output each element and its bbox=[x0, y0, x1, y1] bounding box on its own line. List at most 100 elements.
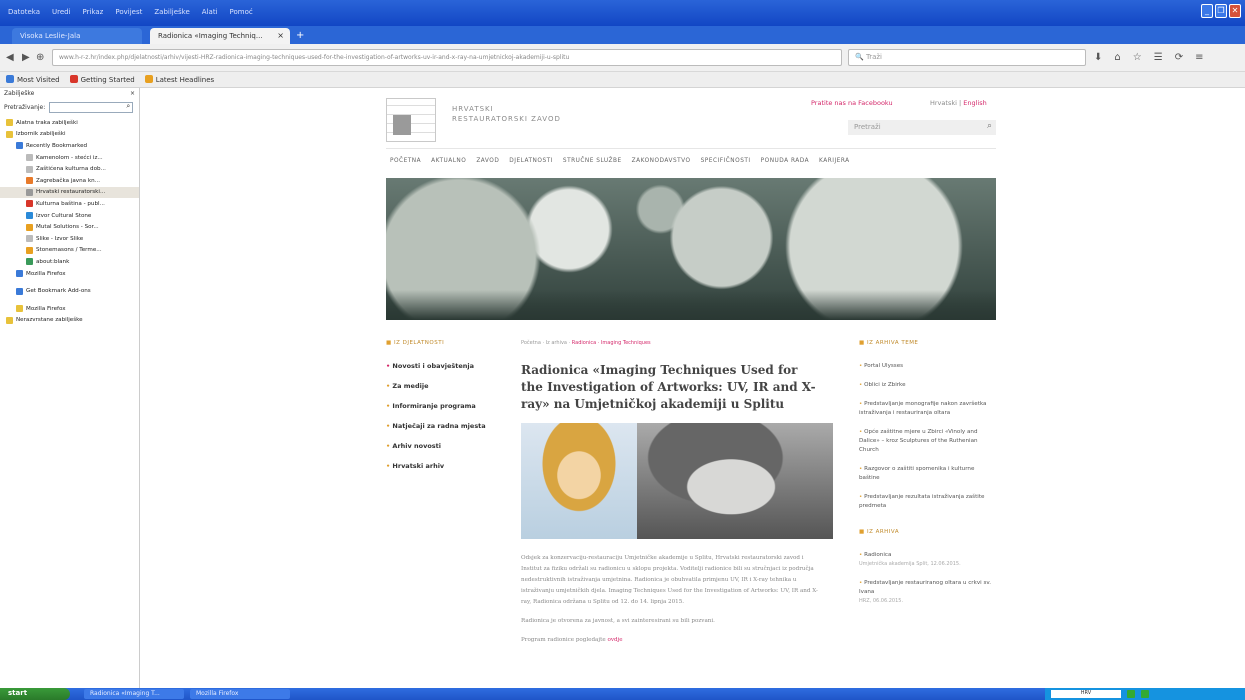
start-button[interactable]: start bbox=[0, 688, 70, 700]
bookmark-item[interactable]: Mozilla Firefox bbox=[0, 268, 139, 280]
tab-1[interactable]: Visoka Leslie-Jala bbox=[12, 28, 142, 44]
bookmark-item[interactable]: about:blank bbox=[0, 256, 139, 268]
minimize-icon[interactable]: _ bbox=[1201, 4, 1213, 18]
program-link[interactable]: ovdje bbox=[607, 637, 622, 643]
left-menu-item[interactable]: Natječaji za radna mjesta bbox=[386, 422, 506, 430]
topic-item[interactable]: Predstavljanje monografije nakon završet… bbox=[859, 400, 996, 418]
bookmark-item[interactable]: Alatna traka zabilješki bbox=[0, 117, 139, 129]
network-icon[interactable] bbox=[1127, 690, 1135, 698]
nav-strucne-sluzbe[interactable]: STRUČNE SLUŽBE bbox=[563, 158, 622, 164]
menu-item-prikaz[interactable]: Prikaz bbox=[83, 8, 104, 16]
sidebar-search-input[interactable]: ⌕ bbox=[49, 102, 134, 113]
menu-item-datoteka[interactable]: Datoteka bbox=[8, 8, 40, 16]
windows-taskbar: start Radionica «Imaging T... Mozilla Fi… bbox=[0, 688, 1245, 700]
topic-item[interactable]: Portal Ulysses bbox=[859, 362, 996, 371]
download-icon[interactable]: ⬇ bbox=[1094, 52, 1102, 63]
bookmark-latest-headlines[interactable]: Latest Headlines bbox=[144, 75, 214, 84]
bookmark-item[interactable]: Slike - Izvor Slike bbox=[0, 233, 139, 245]
bookmark-item[interactable]: Get Bookmark Add-ons bbox=[0, 285, 139, 297]
favicon-icon bbox=[26, 246, 33, 254]
nav-karijera[interactable]: KARIJERA bbox=[819, 158, 850, 164]
events-list: Radionica Umjetnička akademija Split, 12.… bbox=[859, 551, 996, 606]
nav-ponuda-rada[interactable]: PONUDA RADA bbox=[761, 158, 809, 164]
folder-icon bbox=[16, 142, 23, 150]
hrz-logo[interactable] bbox=[386, 98, 436, 142]
taskbar-button-1[interactable]: Radionica «Imaging T... bbox=[84, 689, 184, 699]
bookmark-label: Kulturna baština - publ... bbox=[36, 200, 105, 207]
window-titlebar: Datoteka Uredi Prikaz Povijest Zabilješk… bbox=[0, 0, 1245, 26]
search-icon: 🔍 bbox=[855, 53, 866, 61]
menu-item-alati[interactable]: Alati bbox=[202, 8, 218, 16]
lang-current[interactable]: Hrvatski bbox=[930, 99, 957, 107]
menu-icon[interactable]: ≡ bbox=[1195, 52, 1203, 63]
event-item[interactable]: Predstavljanje restauriranog oltara u cr… bbox=[859, 579, 996, 606]
close-tab-icon[interactable]: × bbox=[277, 31, 284, 40]
bookmark-item[interactable]: Hrvatski restauratorski... bbox=[0, 186, 139, 199]
lang-english[interactable]: English bbox=[963, 99, 986, 107]
menu-item-uredi[interactable]: Uredi bbox=[52, 8, 71, 16]
event-title: Radionica bbox=[864, 552, 892, 558]
favicon-icon bbox=[26, 165, 33, 173]
star-icon[interactable]: ☆ bbox=[1133, 52, 1142, 63]
language-indicator[interactable]: HRV bbox=[1051, 690, 1121, 698]
bookmark-item[interactable]: Zaštićena kulturna dob... bbox=[0, 163, 139, 175]
close-icon[interactable]: ✕ bbox=[1229, 4, 1241, 18]
bookmark-item[interactable]: Mutal Solutions - Sor... bbox=[0, 221, 139, 233]
bookmark-getting-started[interactable]: Getting Started bbox=[69, 75, 135, 84]
favicon-icon bbox=[26, 258, 33, 266]
bookmark-item[interactable]: Izbornik zabilješki bbox=[0, 129, 139, 141]
forward-icon[interactable]: ▶ bbox=[22, 52, 30, 63]
new-tab-icon[interactable]: + bbox=[296, 30, 304, 41]
folder-icon bbox=[16, 270, 23, 278]
topic-item[interactable]: Predstavljanje rezultata istraživanja za… bbox=[859, 493, 996, 511]
toolbar-icons: ⬇ ⌂ ☆ ☰ ⟳ ≡ bbox=[1094, 52, 1203, 63]
bookmark-item[interactable]: Zagrebačka javna kn... bbox=[0, 175, 139, 187]
topic-item[interactable]: Razgovor o zaštiti spomenika i kulturne … bbox=[859, 465, 996, 483]
menu-item-zabiljeske[interactable]: Zabilješke bbox=[154, 8, 189, 16]
breadcrumb-prefix[interactable]: Početna · Iz arhiva · bbox=[521, 340, 570, 346]
home-icon[interactable]: ⌂ bbox=[1114, 52, 1120, 63]
left-menu-item[interactable]: Arhiv novosti bbox=[386, 442, 506, 450]
search-input[interactable]: 🔍 Traži bbox=[848, 49, 1086, 66]
event-item[interactable]: Radionica Umjetnička akademija Split, 12.… bbox=[859, 551, 996, 569]
nav-pocetna[interactable]: POČETNA bbox=[390, 158, 421, 164]
topic-item[interactable]: Opće zaštitne mjere u Zbirci «Vinoly and… bbox=[859, 428, 996, 455]
volume-icon[interactable] bbox=[1141, 690, 1149, 698]
bookmarks-icon[interactable]: ☰ bbox=[1154, 52, 1163, 63]
left-menu-item[interactable]: Informiranje programa bbox=[386, 402, 506, 410]
left-menu-item[interactable]: Hrvatski arhiv bbox=[386, 462, 506, 470]
facebook-link[interactable]: Pratite nas na Facebooku bbox=[811, 99, 893, 107]
bookmark-most-visited[interactable]: Most Visited bbox=[6, 75, 60, 84]
nav-zavod[interactable]: ZAVOD bbox=[476, 158, 499, 164]
nav-specificnosti[interactable]: SPECIFIČNOSTI bbox=[701, 158, 751, 164]
left-menu-item[interactable]: Za medije bbox=[386, 382, 506, 390]
hrz-site: HRVATSKI RESTAURATORSKI ZAVOD Pratite na… bbox=[386, 88, 996, 688]
site-identity-icon[interactable]: ⊕ bbox=[36, 52, 44, 63]
bookmark-item[interactable]: Izvor Cultural Stone bbox=[0, 210, 139, 222]
menu-item-povijest[interactable]: Povijest bbox=[115, 8, 142, 16]
site-search-input[interactable]: ⌕ Pretraži bbox=[848, 120, 996, 135]
bookmark-item[interactable]: Nerazvrstane zabilješke bbox=[0, 315, 139, 327]
search-icon[interactable]: ⌕ bbox=[987, 121, 992, 131]
bookmark-item[interactable]: Mozilla Firefox bbox=[0, 303, 139, 315]
nav-zakonodavstvo[interactable]: ZAKONODAVSTVO bbox=[632, 158, 691, 164]
close-sidebar-icon[interactable]: × bbox=[130, 90, 135, 98]
nav-aktualno[interactable]: AKTUALNO bbox=[431, 158, 466, 164]
tab-2-active[interactable]: Radionica «Imaging Techniq... × bbox=[150, 28, 290, 44]
back-icon[interactable]: ◀ bbox=[6, 52, 14, 63]
restore-icon[interactable]: ❐ bbox=[1215, 4, 1227, 18]
nav-djelatnosti[interactable]: DJELATNOSTI bbox=[509, 158, 553, 164]
menu-item-pomoc[interactable]: Pomoć bbox=[230, 8, 253, 16]
bookmark-label: Alatna traka zabilješki bbox=[16, 119, 78, 126]
sync-icon[interactable]: ⟳ bbox=[1175, 52, 1183, 63]
url-bar[interactable]: www.h-r-z.hr/index.php/djelatnosti/arhiv… bbox=[52, 49, 842, 66]
bookmark-item[interactable]: Recently Bookmarked bbox=[0, 140, 139, 152]
taskbar-button-2[interactable]: Mozilla Firefox bbox=[190, 689, 290, 699]
bookmark-item[interactable]: Stonemasons / Terme... bbox=[0, 245, 139, 257]
bookmark-item[interactable]: Kamenolom - stećci iz... bbox=[0, 152, 139, 164]
bookmark-item[interactable]: Kulturna baština - publ... bbox=[0, 198, 139, 210]
favicon-icon bbox=[26, 223, 33, 231]
main-nav: POČETNA AKTUALNO ZAVOD DJELATNOSTI STRUČ… bbox=[390, 158, 850, 164]
topic-item[interactable]: Oblici iz Zbirke bbox=[859, 381, 996, 390]
left-menu-item[interactable]: Novosti i obavještenja bbox=[386, 362, 506, 370]
